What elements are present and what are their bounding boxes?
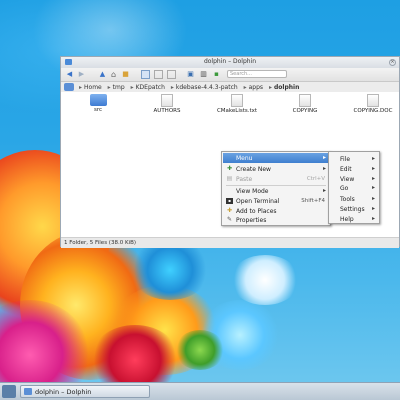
paste-icon: ▤ — [226, 175, 233, 182]
submenu-item-settings[interactable]: Settings ▸ — [330, 204, 378, 214]
submenu: File ▸ Edit ▸ View ▸ Go ▸ Tools ▸ Settin… — [328, 151, 380, 224]
wallpaper-swirl — [175, 330, 225, 370]
taskbar-item-dolphin[interactable]: dolphin – Dolphin — [20, 385, 150, 398]
forward-arrow-icon[interactable]: ▶ — [77, 70, 86, 79]
submenu-item-edit[interactable]: Edit ▸ — [330, 164, 378, 174]
menu-item-label: View Mode — [236, 188, 269, 195]
breadcrumb-item[interactable]: ▸ KDEpatch — [129, 84, 166, 91]
desktop-wallpaper: dolphin – Dolphin × ◀ ▶ ▲ ⌂ ■ ▣ ▥ ▪ Sear… — [0, 0, 400, 400]
menu-item-shortcut: Ctrl+V — [306, 176, 325, 182]
text-file-icon — [299, 94, 311, 107]
back-arrow-icon[interactable]: ◀ — [65, 70, 74, 79]
menu-item-label: Create New — [236, 166, 271, 173]
home-icon[interactable]: ⌂ — [109, 70, 118, 79]
submenu-item-label: File — [340, 156, 351, 163]
text-file-icon — [161, 94, 173, 107]
file-item[interactable]: AUTHORS — [145, 94, 189, 114]
wallpaper-swirl — [130, 240, 210, 300]
taskbar: dolphin – Dolphin — [0, 382, 400, 400]
file-name: CMakeLists.txt — [216, 108, 258, 114]
breadcrumb-item[interactable]: ▸ tmp — [106, 84, 126, 91]
status-bar: 1 Folder, 5 Files (38.0 KiB) — [61, 237, 399, 248]
terminal-icon[interactable]: ▪ — [212, 70, 221, 79]
breadcrumb-item[interactable]: ▸ apps — [242, 84, 264, 91]
chevron-right-icon: ▸ — [322, 154, 326, 161]
add-places-icon: ✚ — [226, 207, 233, 214]
text-file-icon — [367, 94, 379, 107]
menu-item-menu[interactable]: Menu ▸ — [223, 153, 329, 163]
submenu-item-label: Edit — [340, 166, 352, 173]
application-launcher-icon[interactable] — [2, 385, 16, 398]
menu-item-create-new[interactable]: ✚ Create New ▸ — [223, 164, 329, 174]
chevron-right-icon: ▸ — [371, 155, 375, 162]
submenu-item-help[interactable]: Help ▸ — [330, 214, 378, 224]
file-name: COPYING — [292, 108, 318, 114]
properties-icon: ✎ — [226, 216, 233, 223]
preview-icon[interactable]: ▣ — [186, 70, 195, 79]
submenu-item-label: Settings — [340, 206, 365, 213]
context-menu: Menu ▸ ✚ Create New ▸ ▤ Paste Ctrl+V Vie… — [221, 151, 331, 226]
breadcrumb-path: ▸ Home ▸ tmp ▸ KDEpatch ▸ kdebase-4.4.3-patc… — [77, 84, 301, 91]
search-input[interactable]: Search... — [227, 70, 287, 78]
details-view-icon[interactable] — [154, 70, 163, 79]
window-titlebar[interactable]: dolphin – Dolphin × — [61, 57, 399, 68]
chevron-right-icon: ▸ — [322, 187, 326, 194]
toolbar: ◀ ▶ ▲ ⌂ ■ ▣ ▥ ▪ Search... — [61, 68, 399, 82]
file-item[interactable]: CMakeLists.txt — [209, 94, 265, 114]
submenu-item-label: Help — [340, 216, 354, 223]
submenu-item-file[interactable]: File ▸ — [330, 154, 378, 164]
wallpaper-swirl — [230, 255, 300, 305]
chevron-right-icon: ▸ — [371, 215, 375, 222]
file-item[interactable]: COPYING — [283, 94, 327, 114]
breadcrumb-item[interactable]: ▸ kdebase-4.4.3-patch — [169, 84, 239, 91]
file-name: src — [93, 107, 103, 113]
menu-item-properties[interactable]: ✎ Properties — [223, 215, 329, 225]
columns-view-icon[interactable] — [167, 70, 176, 79]
menu-item-paste[interactable]: ▤ Paste Ctrl+V — [223, 174, 329, 184]
terminal-icon: ▪ — [226, 198, 233, 204]
breadcrumb: ▸ Home ▸ tmp ▸ KDEpatch ▸ kdebase-4.4.3-patc… — [61, 82, 399, 92]
split-view-icon[interactable]: ▥ — [199, 70, 208, 79]
menu-item-label: Add to Places — [236, 208, 277, 215]
menu-item-label: Open Terminal — [236, 198, 280, 205]
folder-icon[interactable]: ■ — [121, 70, 130, 79]
file-name: AUTHORS — [153, 108, 181, 114]
up-arrow-icon[interactable]: ▲ — [98, 70, 107, 79]
menu-item-shortcut: Shift+F4 — [301, 198, 325, 204]
chevron-right-icon: ▸ — [371, 205, 375, 212]
breadcrumb-item[interactable]: ▸ dolphin — [267, 84, 300, 91]
text-file-icon — [231, 94, 243, 107]
file-name: COPYING.DOC — [353, 108, 393, 114]
icons-view-icon[interactable] — [141, 70, 150, 79]
submenu-item-label: View — [340, 176, 355, 183]
create-new-icon: ✚ — [226, 165, 233, 172]
chevron-right-icon: ▸ — [371, 165, 375, 172]
chevron-right-icon: ▸ — [371, 195, 375, 202]
menu-item-label: Properties — [236, 217, 267, 224]
chevron-right-icon: ▸ — [371, 175, 375, 182]
places-icon[interactable] — [64, 83, 74, 91]
breadcrumb-item[interactable]: ▸ Home — [77, 84, 103, 91]
chevron-right-icon: ▸ — [371, 184, 375, 191]
menu-item-label: Menu — [236, 155, 253, 162]
window-title: dolphin – Dolphin — [203, 58, 257, 65]
menu-item-view-mode[interactable]: View Mode ▸ — [223, 186, 329, 196]
status-text: 1 Folder, 5 Files (38.0 KiB) — [64, 240, 136, 246]
close-icon[interactable]: × — [389, 59, 396, 66]
dolphin-app-icon — [24, 388, 32, 395]
submenu-item-tools[interactable]: Tools ▸ — [330, 194, 378, 204]
submenu-item-label: Tools — [340, 196, 355, 203]
menu-item-open-terminal[interactable]: ▪ Open Terminal Shift+F4 — [223, 196, 329, 206]
file-item[interactable]: COPYING.DOC — [347, 94, 399, 114]
taskbar-item-label: dolphin – Dolphin — [35, 388, 92, 396]
submenu-item-label: Go — [340, 185, 349, 192]
folder-icon — [89, 94, 107, 106]
chevron-right-icon: ▸ — [322, 165, 326, 172]
submenu-item-go[interactable]: Go ▸ — [330, 183, 378, 193]
menu-item-label: Paste — [236, 176, 253, 183]
file-item[interactable]: src — [81, 94, 115, 113]
